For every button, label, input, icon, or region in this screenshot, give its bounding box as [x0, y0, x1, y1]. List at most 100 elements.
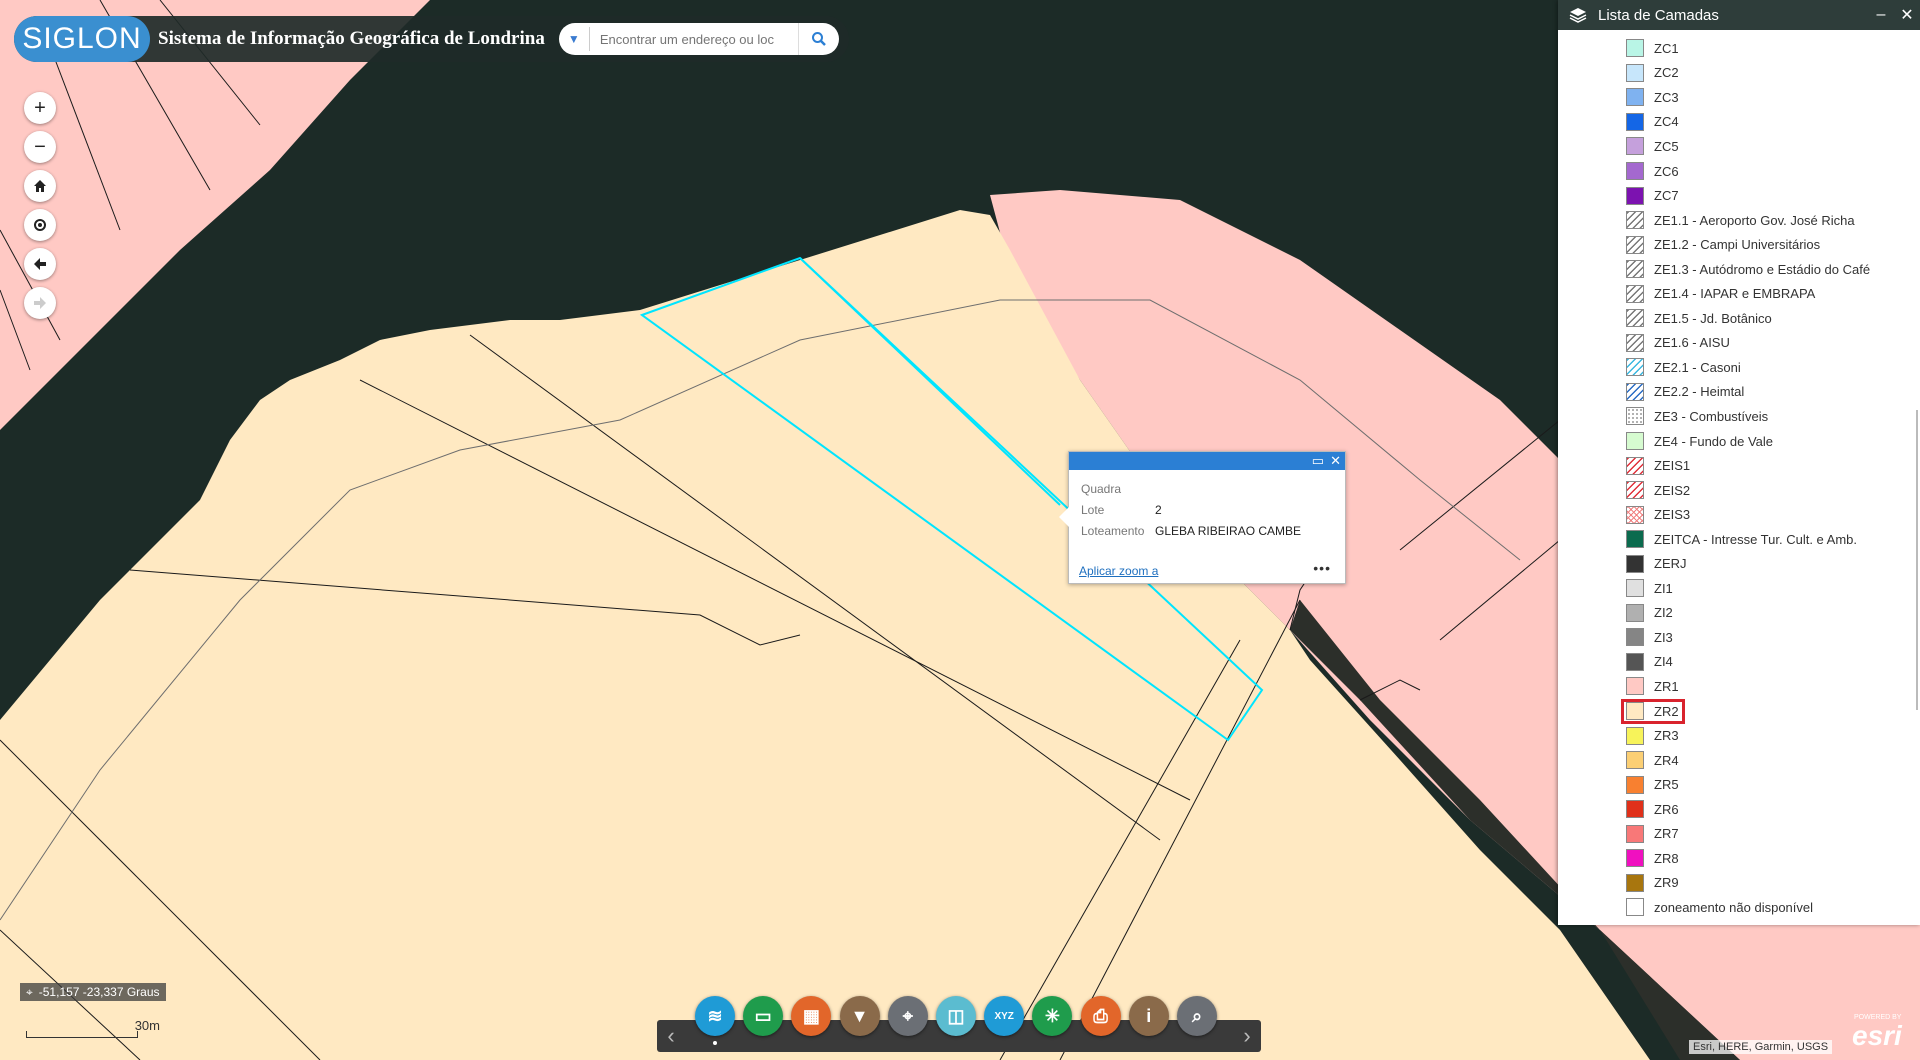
legend-label: ZC4	[1654, 114, 1679, 130]
legend-swatch	[1626, 579, 1644, 598]
legend-swatch	[1626, 235, 1644, 254]
legend-item: ZE1.4 - IAPAR e EMBRAPA	[1558, 281, 1914, 306]
legend-item: ZE2.1 - Casoni	[1558, 355, 1914, 380]
coordinate-text: -51,157 -23,337 Graus	[38, 985, 160, 999]
close-panel-button[interactable]: ✕	[1894, 5, 1920, 25]
legend-swatch	[1626, 898, 1644, 917]
legend-swatch	[1626, 137, 1644, 156]
plus-icon: +	[34, 96, 46, 119]
coordinate-readout[interactable]: ⌖ -51,157 -23,337 Graus	[20, 983, 166, 1001]
search-source-dropdown[interactable]: ▼	[559, 27, 590, 51]
legend-label: ZI1	[1654, 580, 1673, 596]
scale-line	[26, 1031, 138, 1038]
legend-label: ZC1	[1654, 40, 1679, 56]
legend-swatch	[1626, 481, 1644, 500]
legend-label: ZC2	[1654, 65, 1679, 81]
legend-label: ZR8	[1654, 850, 1679, 866]
legend-item: ZR4	[1558, 748, 1914, 773]
zoom-to-link[interactable]: Aplicar zoom a	[1079, 564, 1158, 578]
measure-tool[interactable]: ▭	[743, 996, 784, 1036]
swipe-tool[interactable]: ◫	[936, 996, 976, 1036]
legend-item: ZE1.6 - AISU	[1558, 331, 1914, 356]
legend-label: ZR3	[1654, 728, 1679, 744]
legend-swatch	[1626, 309, 1644, 328]
legend-label: ZE3 - Combustíveis	[1654, 408, 1769, 424]
location-tool[interactable]: ⌖	[887, 996, 928, 1036]
legend-list: ZC1 ZC2 ZC3 ZC4 ZC5 ZC6 ZC7 ZE1.1 - Aeroporto G…	[1558, 36, 1914, 920]
legend-item: ZE4 - Fundo de Vale	[1558, 429, 1914, 454]
legend-label: ZC3	[1654, 89, 1679, 105]
legend-swatch	[1626, 186, 1644, 205]
layers-tool[interactable]: ≋	[695, 996, 735, 1036]
legend-label: ZE1.3 - Autódromo e Estádio do Café	[1654, 261, 1871, 277]
more-actions-button[interactable]: •••	[1313, 560, 1331, 576]
legend-item: ZEIS1	[1558, 453, 1914, 478]
search-input[interactable]	[589, 31, 798, 47]
home-icon	[34, 180, 46, 192]
xyz-tool[interactable]: XYZ	[984, 996, 1025, 1036]
zoom-in-button[interactable]: +	[24, 92, 56, 124]
search-icon	[811, 32, 826, 46]
legend-highlight-box	[1621, 698, 1685, 724]
siglon-logo[interactable]: SIGLON	[14, 16, 150, 62]
legend-item: ZEIS2	[1558, 478, 1914, 503]
app-header: SIGLON Sistema de Informação Geográfica …	[14, 16, 849, 62]
legend-item: ZE1.5 - Jd. Botânico	[1558, 306, 1914, 331]
scale-bar: 30m	[26, 1018, 160, 1038]
legend-swatch	[1626, 505, 1644, 524]
legend-item: ZI2	[1558, 601, 1914, 626]
zoom-out-button[interactable]: −	[24, 131, 56, 163]
print-tool[interactable]: ⎙	[1080, 996, 1121, 1036]
legend-swatch	[1626, 824, 1644, 843]
legend-swatch	[1626, 382, 1644, 401]
toolbar-previous-button[interactable]: ‹	[657, 1020, 685, 1052]
toolbar-next-button[interactable]: ›	[1233, 1020, 1261, 1052]
panel-scrollbar[interactable]	[1916, 410, 1918, 710]
legend-item: ZR9	[1558, 871, 1914, 896]
legend-item: zoneamento não disponível	[1558, 895, 1914, 920]
legend-label: ZE1.1 - Aeroporto Gov. José Richa	[1654, 212, 1855, 228]
legend-item: ZI3	[1558, 625, 1914, 650]
arrow-right-icon	[34, 297, 46, 309]
active-tool-indicator	[713, 1041, 717, 1045]
search-box: ▼	[558, 23, 839, 55]
locate-button[interactable]	[24, 209, 56, 241]
legend-swatch	[1626, 456, 1644, 475]
next-extent-button[interactable]	[24, 287, 56, 319]
minimize-button[interactable]: –	[1868, 6, 1894, 24]
legend-label: ZR5	[1654, 777, 1679, 793]
info-tool[interactable]: i	[1128, 996, 1169, 1036]
legend-swatch	[1626, 873, 1644, 892]
legend-swatch	[1626, 63, 1644, 82]
popup-field-value: GLEBA RIBEIRAO CAMBE	[1155, 524, 1302, 538]
filter-tool[interactable]: ▼	[839, 996, 880, 1036]
legend-label: ZERJ	[1654, 556, 1687, 572]
legend-swatch	[1626, 554, 1644, 573]
legend-label: ZE1.5 - Jd. Botânico	[1654, 310, 1772, 326]
legend-item: ZE1.1 - Aeroporto Gov. José Richa	[1558, 208, 1914, 233]
legend-label: ZEIS2	[1654, 482, 1691, 498]
previous-extent-button[interactable]	[24, 248, 56, 280]
legend-label: ZI3	[1654, 629, 1673, 645]
legend-item: ZC1	[1558, 36, 1914, 61]
legend-item: ZR8	[1558, 846, 1914, 871]
legend-item: ZC7	[1558, 183, 1914, 208]
close-icon[interactable]: ✕	[1330, 453, 1341, 469]
legend-item: ZR1	[1558, 674, 1914, 699]
maximize-icon[interactable]: ▭	[1312, 453, 1324, 469]
query-tool[interactable]: ⌕	[1177, 996, 1217, 1036]
home-button[interactable]	[24, 170, 56, 202]
legend-label: ZR1	[1654, 678, 1679, 694]
legend-swatch	[1626, 162, 1644, 180]
legend-label: ZC5	[1654, 138, 1679, 154]
popup-field-label: Quadra	[1081, 482, 1122, 496]
legend-item: ZR3	[1558, 723, 1914, 748]
layer-list-title: Lista de Camadas	[1598, 6, 1719, 24]
legend-swatch	[1626, 530, 1644, 549]
search-button[interactable]	[797, 23, 839, 55]
legend-item: ZEIS3	[1558, 502, 1914, 527]
legend-swatch	[1626, 358, 1644, 377]
legend-item: ZR6	[1558, 797, 1914, 822]
legend-item: ZC5	[1558, 134, 1914, 159]
legend-swatch	[1626, 260, 1644, 279]
